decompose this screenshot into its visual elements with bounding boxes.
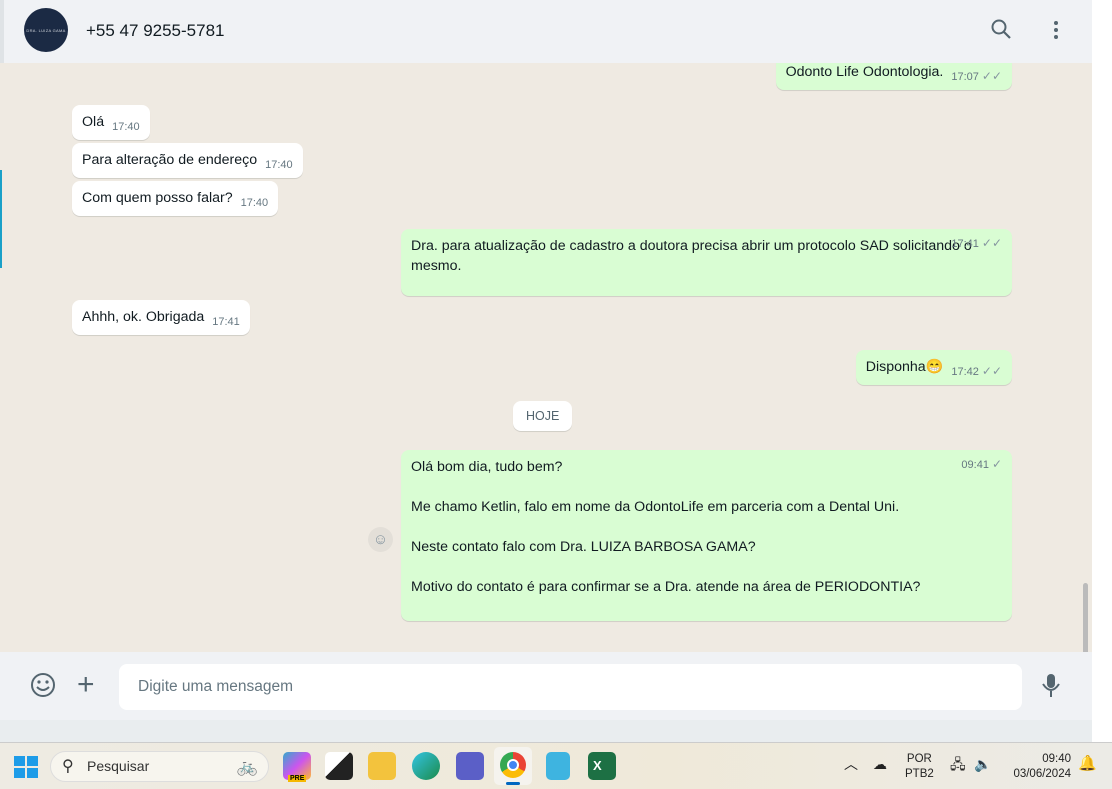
taskbar-search[interactable]: ⚲ Pesquisar 🚲 bbox=[50, 751, 269, 782]
menu-icon[interactable] bbox=[1044, 18, 1068, 42]
notification-bell-icon[interactable]: 🔔 bbox=[1078, 756, 1097, 771]
date-divider: HOJE bbox=[513, 401, 573, 431]
language-indicator[interactable]: POR PTB2 bbox=[905, 752, 934, 782]
attach-plus-icon[interactable]: + bbox=[77, 670, 95, 700]
search-icon[interactable] bbox=[989, 18, 1013, 42]
chat-header: DRA. LUIZA GAMA +55 47 9255-5781 bbox=[0, 0, 1092, 63]
composer: + bbox=[0, 652, 1092, 720]
message-outgoing: Olá bom dia, tudo bem? Me chamo Ketlin, … bbox=[401, 450, 1012, 621]
message-input[interactable] bbox=[119, 664, 1022, 710]
task-view-icon[interactable] bbox=[325, 752, 353, 780]
double-check-icon: ✓✓ bbox=[981, 69, 1002, 83]
windows-start-icon[interactable] bbox=[14, 756, 38, 778]
scrollbar[interactable] bbox=[1083, 583, 1088, 652]
clock[interactable]: 09:40 03/06/2024 bbox=[1005, 752, 1071, 782]
chrome-icon bbox=[500, 752, 526, 778]
message-outgoing: Odonto Life Odontologia. 17:07 ✓✓ bbox=[775, 63, 1012, 90]
whatsapp-window: DRA. LUIZA GAMA +55 47 9255-5781 Odonto … bbox=[0, 0, 1092, 742]
message-incoming: Ahhh, ok. Obrigada 17:41 bbox=[72, 300, 250, 335]
double-check-icon: ✓✓ bbox=[981, 364, 1002, 378]
message-outgoing: Disponha😁 17:42 ✓✓ bbox=[855, 350, 1012, 385]
microphone-icon[interactable] bbox=[1041, 672, 1061, 704]
chrome-active-tile[interactable] bbox=[494, 747, 532, 785]
bicycle-icon: 🚲 bbox=[236, 757, 258, 776]
message-incoming: Com quem posso falar? 17:40 bbox=[72, 181, 279, 216]
contact-name[interactable]: +55 47 9255-5781 bbox=[86, 21, 225, 41]
avatar[interactable]: DRA. LUIZA GAMA bbox=[24, 8, 68, 52]
message-incoming: Para alteração de endereço 17:40 bbox=[72, 143, 303, 178]
window-edge-accent bbox=[0, 170, 2, 268]
teams-icon[interactable] bbox=[456, 752, 484, 780]
network-icon[interactable]: 🖧 bbox=[950, 757, 966, 772]
copilot-icon[interactable]: PRE bbox=[283, 752, 311, 782]
notepad-icon[interactable] bbox=[546, 752, 570, 780]
browser-scrollbar[interactable] bbox=[1092, 0, 1112, 742]
double-check-icon: ✓✓ bbox=[981, 236, 1002, 250]
volume-icon[interactable]: 🔈 bbox=[974, 757, 991, 772]
message-outgoing: Dra. para atualização de cadastro a dout… bbox=[401, 229, 1012, 296]
single-check-icon: ✓ bbox=[991, 457, 1002, 471]
search-icon: ⚲ bbox=[62, 758, 74, 775]
cloud-offline-icon[interactable]: ☁ bbox=[873, 757, 887, 772]
taskbar: ⚲ Pesquisar 🚲 PRE X ︿ ☁ POR PTB2 🖧 🔈 09:40 0… bbox=[0, 742, 1112, 789]
file-explorer-icon[interactable] bbox=[368, 752, 396, 780]
edge-icon[interactable] bbox=[412, 752, 440, 780]
excel-icon[interactable]: X bbox=[588, 752, 616, 780]
message-list: Odonto Life Odontologia. 17:07 ✓✓ Olá 17:40… bbox=[0, 63, 1092, 652]
message-incoming: Olá 17:40 bbox=[72, 105, 150, 140]
emoji-icon[interactable] bbox=[30, 672, 56, 704]
chevron-up-icon[interactable]: ︿ bbox=[844, 757, 858, 772]
forward-emoji-icon[interactable]: ☺ bbox=[368, 527, 393, 552]
